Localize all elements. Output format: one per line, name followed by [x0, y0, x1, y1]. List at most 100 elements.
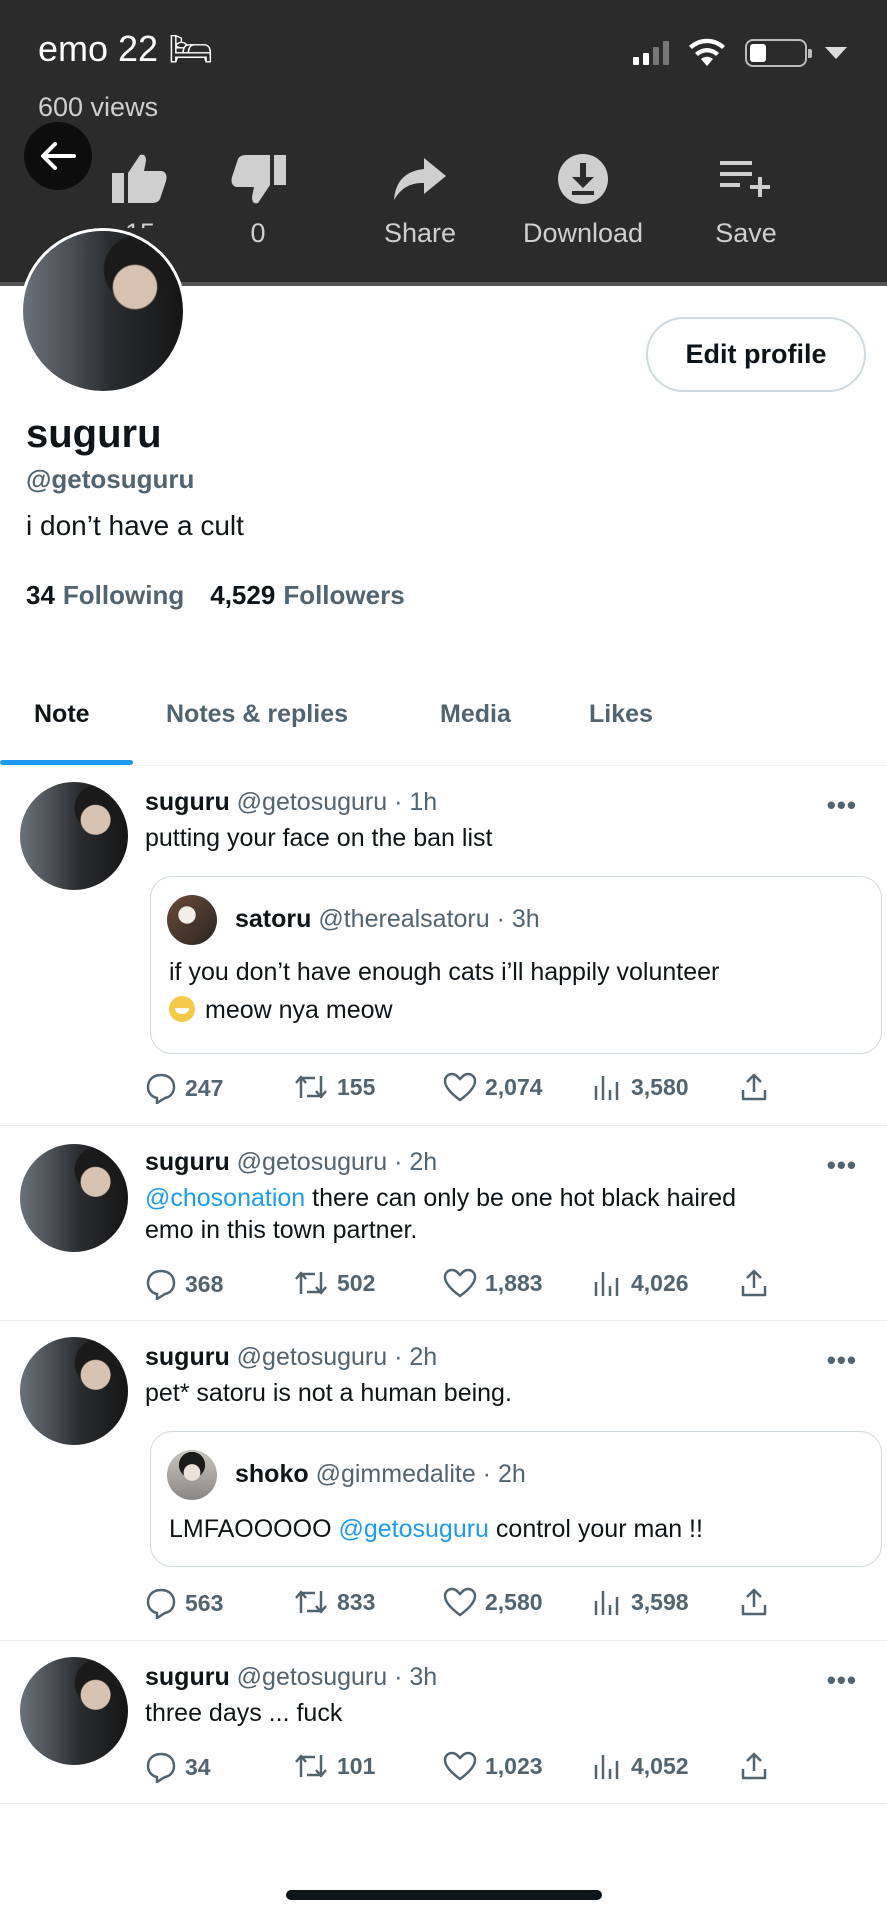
back-button[interactable] — [24, 122, 92, 190]
retweet-icon — [295, 1271, 327, 1295]
grinning-emoji-icon — [169, 996, 195, 1022]
heart-icon — [443, 1072, 477, 1102]
mention-link[interactable]: @getosuguru — [338, 1515, 488, 1543]
tweet-avatar[interactable] — [20, 1657, 128, 1765]
reply-button[interactable]: 368 — [145, 1268, 223, 1300]
save-video-button[interactable]: Save — [666, 150, 826, 249]
view-count: 600 views — [38, 92, 159, 122]
like-button[interactable]: 2,074 — [443, 1072, 543, 1102]
quoted-text: if you don’t have enough cats i’ll happi… — [169, 958, 720, 1024]
tweet-actions: 247 155 2,074 3,580 — [145, 1072, 785, 1112]
retweet-button[interactable]: 502 — [293, 1268, 375, 1298]
mention-link[interactable]: @chosonation — [145, 1184, 305, 1212]
like-button[interactable]: 1,883 — [443, 1268, 543, 1298]
following-link[interactable]: 34 Following — [26, 580, 184, 611]
analytics-icon — [594, 1591, 619, 1615]
tweet-header: suguru @getosuguru · 1h — [145, 788, 438, 816]
follow-stats: 34 Following 4,529 Followers — [26, 580, 405, 611]
share-tweet-button[interactable] — [739, 1072, 769, 1102]
heart-icon — [443, 1751, 477, 1781]
reply-icon — [146, 1073, 176, 1104]
quoted-header: shoko @gimmedalite · 2h — [235, 1460, 526, 1488]
share-tweet-button[interactable] — [739, 1587, 769, 1617]
quoted-text: LMFAOOOOO @getosuguru control your man !… — [169, 1515, 703, 1543]
tweet-header: suguru @getosuguru · 2h — [145, 1343, 438, 1371]
retweet-button[interactable]: 833 — [293, 1587, 375, 1617]
more-options-icon[interactable]: ••• — [827, 1150, 857, 1181]
more-options-icon[interactable]: ••• — [827, 790, 857, 821]
more-options-icon[interactable]: ••• — [827, 1665, 857, 1696]
tweet-actions: 34 101 1,023 4,052 — [145, 1751, 785, 1791]
reply-icon — [146, 1752, 176, 1783]
download-video-button[interactable]: Download — [503, 150, 663, 249]
tweet-avatar[interactable] — [20, 1144, 128, 1252]
analytics-icon — [594, 1272, 619, 1296]
quoted-tweet[interactable]: shoko @gimmedalite · 2h LMFAOOOOO @getos… — [150, 1431, 882, 1567]
tweet[interactable]: suguru @getosuguru · 1h ••• putting your… — [0, 766, 887, 1126]
tweet-actions: 563 833 2,580 3,598 — [145, 1587, 785, 1627]
like-button[interactable]: 2,580 — [443, 1587, 543, 1617]
tab-note[interactable]: Note — [34, 700, 90, 729]
share-video-button[interactable]: Share — [340, 150, 500, 249]
views-button[interactable]: 3,580 — [593, 1072, 689, 1102]
like-button[interactable]: 1,023 — [443, 1751, 543, 1781]
chevron-down-icon[interactable] — [825, 47, 847, 59]
edit-profile-button[interactable]: Edit profile — [646, 317, 866, 392]
quoted-tweet[interactable]: satoru @therealsatoru · 3h if you don’t … — [150, 876, 882, 1054]
share-tweet-button[interactable] — [739, 1751, 769, 1781]
download-icon — [558, 154, 608, 204]
heart-icon — [443, 1268, 477, 1298]
views-button[interactable]: 4,026 — [593, 1268, 689, 1298]
dislike-video-button[interactable]: 0 — [178, 150, 338, 249]
wifi-icon — [689, 38, 725, 66]
profile-avatar[interactable] — [20, 228, 186, 394]
share-tweet-button[interactable] — [739, 1268, 769, 1298]
analytics-icon — [594, 1755, 619, 1779]
views-button[interactable]: 4,052 — [593, 1751, 689, 1781]
reply-icon — [146, 1588, 176, 1619]
thumbs-down-icon — [231, 155, 286, 204]
tab-likes[interactable]: Likes — [589, 700, 653, 729]
upload-share-icon — [741, 1588, 767, 1616]
cellular-signal-icon — [633, 41, 669, 65]
save-playlist-icon — [720, 161, 770, 197]
reply-button[interactable]: 563 — [145, 1587, 223, 1619]
tab-notes-replies[interactable]: Notes & replies — [166, 700, 348, 729]
tweet[interactable]: suguru @getosuguru · 3h ••• three days .… — [0, 1641, 887, 1804]
profile-bio: i don’t have a cult — [26, 510, 244, 541]
tweet[interactable]: suguru @getosuguru · 2h ••• pet* satoru … — [0, 1321, 887, 1641]
heart-icon — [443, 1587, 477, 1617]
tweet-text: three days ... fuck — [145, 1699, 343, 1727]
views-button[interactable]: 3,598 — [593, 1587, 689, 1617]
profile-name: suguru — [26, 412, 162, 456]
profile-handle: @getosuguru — [26, 464, 195, 494]
upload-share-icon — [741, 1269, 767, 1297]
video-actions: 15 0 Share — [60, 150, 840, 260]
quoted-header: satoru @therealsatoru · 3h — [235, 905, 540, 933]
reply-button[interactable]: 34 — [145, 1751, 211, 1783]
reply-button[interactable]: 247 — [145, 1072, 223, 1104]
retweet-button[interactable]: 155 — [293, 1072, 375, 1102]
analytics-icon — [594, 1076, 619, 1100]
reply-icon — [146, 1269, 176, 1300]
home-indicator[interactable] — [286, 1890, 602, 1900]
tweet-text: pet* satoru is not a human being. — [145, 1379, 512, 1407]
tweet-avatar[interactable] — [20, 782, 128, 890]
battery-icon — [745, 39, 812, 67]
arrow-left-icon — [41, 142, 76, 170]
tweet-avatar[interactable] — [20, 1337, 128, 1445]
thumbs-up-icon — [112, 154, 167, 203]
status-time: emo 22 🛏 — [38, 28, 214, 69]
tweet[interactable]: suguru @getosuguru · 2h ••• @chosonation… — [0, 1126, 887, 1321]
retweet-button[interactable]: 101 — [293, 1751, 375, 1781]
tweet-text: putting your face on the ban list — [145, 824, 493, 852]
retweet-icon — [295, 1590, 327, 1614]
followers-link[interactable]: 4,529 Followers — [210, 580, 404, 611]
tweet-text: @chosonation there can only be one hot b… — [145, 1184, 737, 1244]
status-icons — [633, 38, 847, 68]
tab-media[interactable]: Media — [440, 700, 511, 729]
more-options-icon[interactable]: ••• — [827, 1345, 857, 1376]
tweet-header: suguru @getosuguru · 3h — [145, 1663, 438, 1691]
tweet-header: suguru @getosuguru · 2h — [145, 1148, 438, 1176]
share-icon — [394, 158, 446, 200]
